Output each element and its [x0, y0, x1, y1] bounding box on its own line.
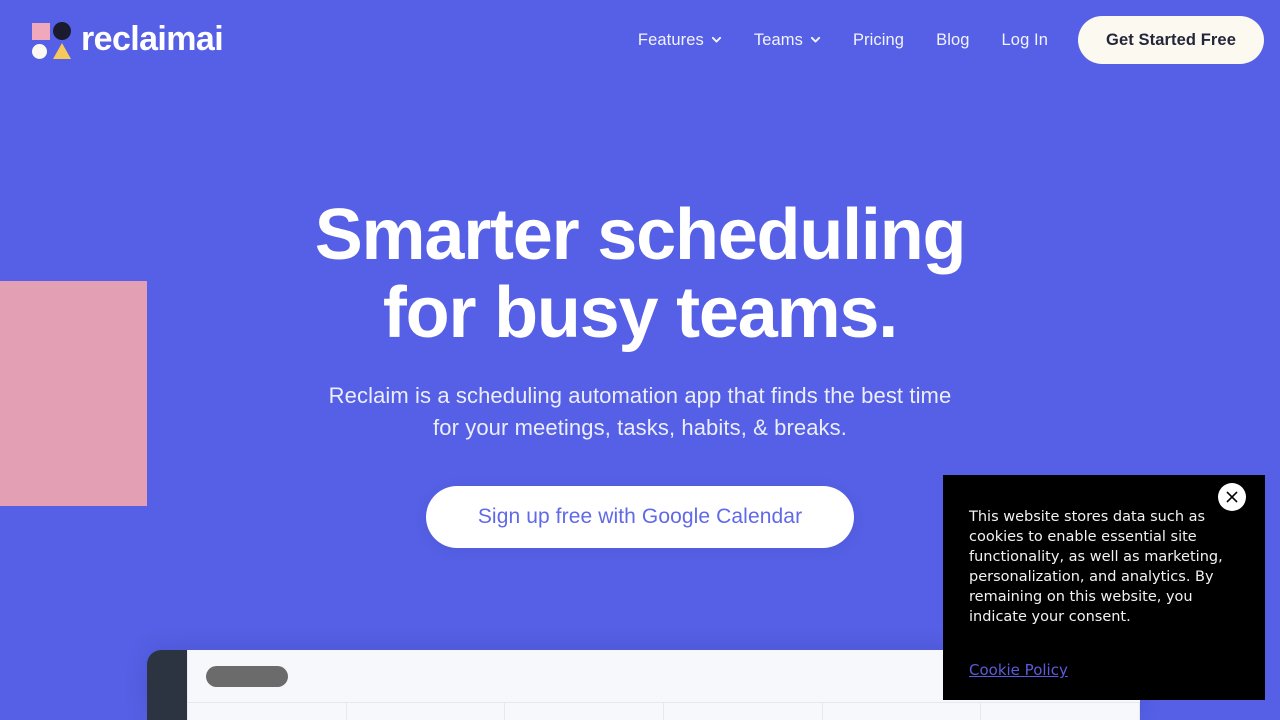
logo-dark-circle-shape: [53, 21, 71, 40]
hero-title-line-1: Smarter scheduling: [314, 195, 967, 275]
site-header: reclaimai Features Teams Pricing Blog Lo…: [0, 0, 1280, 80]
hero-title-line-2: for busy teams.: [382, 273, 898, 353]
nav-item-blog[interactable]: Blog: [920, 21, 985, 60]
main-navigation: Features Teams Pricing Blog Log In Get S…: [622, 16, 1280, 64]
app-preview-sidebar: [147, 650, 187, 720]
chevron-down-icon: [711, 34, 722, 45]
chevron-down-icon: [810, 34, 821, 45]
hero-subtitle: Reclaim is a scheduling automation app t…: [320, 380, 960, 444]
page-title: Smarter scheduling for busy teams.: [314, 195, 967, 353]
logo-square-shape: [32, 22, 50, 40]
app-preview-grid-cell: [823, 703, 982, 720]
get-started-free-button[interactable]: Get Started Free: [1078, 16, 1264, 64]
hero-subtitle-line-1: Reclaim is a scheduling automation app t…: [328, 383, 904, 408]
logo-triangle-shape: [53, 42, 71, 59]
app-preview-grid-cell: [188, 703, 347, 720]
nav-item-pricing[interactable]: Pricing: [837, 21, 920, 60]
app-preview-grid-row: [188, 703, 1140, 720]
nav-item-teams[interactable]: Teams: [738, 21, 837, 60]
nav-item-features[interactable]: Features: [622, 21, 738, 60]
cookie-policy-link[interactable]: Cookie Policy: [969, 661, 1068, 679]
signup-google-calendar-button[interactable]: Sign up free with Google Calendar: [425, 486, 855, 548]
cookie-consent-banner: This website stores data such as cookies…: [943, 475, 1265, 700]
reclaim-logo-mark-icon: [32, 21, 72, 60]
nav-item-label: Features: [637, 30, 704, 49]
app-preview-grid-cell: [981, 703, 1140, 720]
app-preview-grid-cell: [347, 703, 506, 720]
app-preview-grid-cell: [664, 703, 823, 720]
close-icon[interactable]: [1218, 483, 1246, 511]
app-preview-placeholder-pill: [206, 665, 288, 687]
nav-item-label: Pricing: [852, 30, 905, 49]
nav-item-label: Blog: [936, 30, 970, 49]
nav-item-label: Teams: [753, 30, 803, 49]
decorative-pink-rectangle: [0, 281, 147, 506]
brand-wordmark: reclaimai: [81, 19, 224, 58]
app-preview-grid-cell: [505, 703, 665, 720]
logo-light-circle-shape: [32, 43, 47, 59]
brand-logo[interactable]: reclaimai: [32, 19, 224, 60]
hero-section: Smarter scheduling for busy teams. Recla…: [0, 0, 1280, 548]
cookie-consent-message: This website stores data such as cookies…: [969, 509, 1223, 625]
nav-item-label: Log In: [1001, 30, 1049, 49]
nav-item-log-in[interactable]: Log In: [986, 21, 1064, 60]
